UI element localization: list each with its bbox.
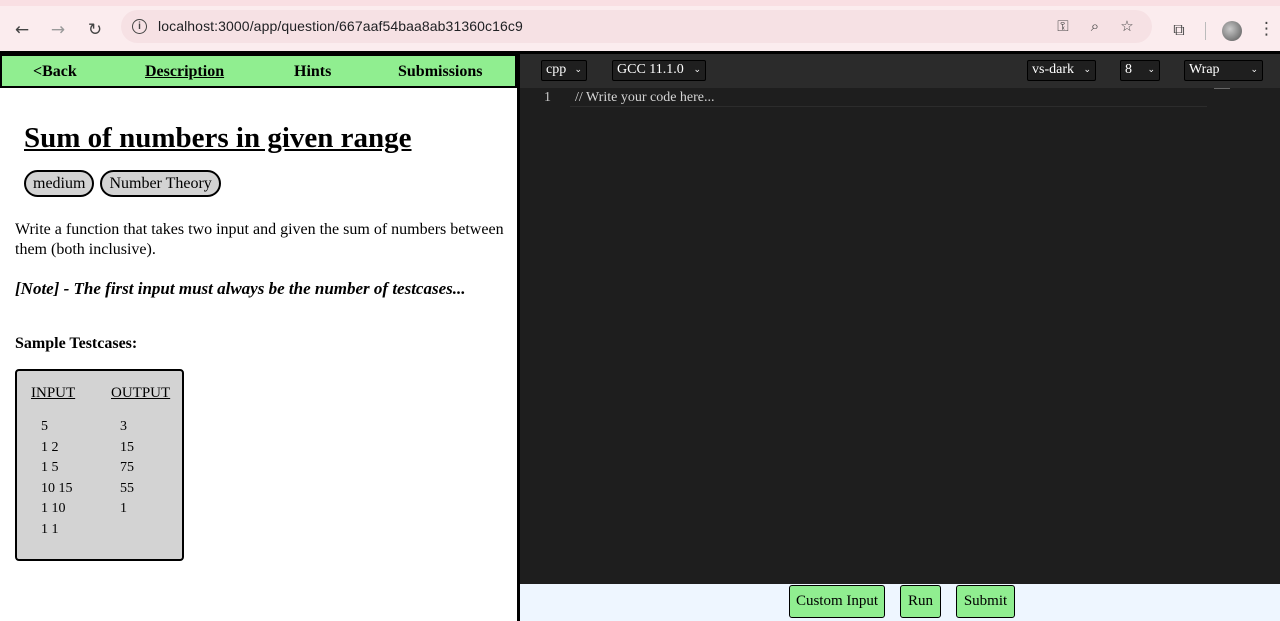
reload-icon[interactable]: ↻ (83, 18, 107, 42)
theme-select[interactable]: vs-dark ⌄ (1027, 60, 1096, 81)
url-text[interactable]: localhost:3000/app/question/667aaf54baa8… (158, 18, 523, 34)
input-value: 1 5 (41, 460, 59, 475)
output-value: 15 (120, 439, 134, 455)
editor-toolbar: cpp ⌄ GCC 11.1.0 ⌄ vs-dark ⌄ 8 ⌄ Wrap ⌄ (520, 54, 1280, 88)
chevron-down-icon: ⌄ (1250, 65, 1258, 75)
forward-arrow-icon[interactable]: → (46, 18, 70, 42)
input-column: 5 1 2 1 5 10 15 1 10 1 1 (41, 417, 73, 540)
chevron-down-icon: ⌄ (1083, 65, 1091, 75)
sample-testcases-heading: Sample Testcases: (15, 335, 138, 352)
wrap-select[interactable]: Wrap ⌄ (1184, 60, 1263, 81)
question-title: Sum of numbers in given range (24, 122, 412, 154)
input-value: 10 15 (41, 480, 73, 496)
editor-actions: Custom Input Run Submit (520, 584, 1280, 621)
input-value: 1 2 (41, 439, 59, 455)
output-value: 3 (120, 419, 127, 434)
output-column: 3 15 75 55 1 (120, 417, 134, 520)
wrap-value: Wrap (1189, 62, 1220, 77)
sample-testcases-box: INPUT OUTPUT 5 1 2 1 5 10 15 1 10 1 1 3 … (15, 369, 184, 561)
chevron-down-icon: ⌄ (574, 65, 582, 75)
profile-avatar[interactable] (1222, 21, 1242, 41)
input-value: 1 1 (41, 521, 59, 537)
browser-menu-icon[interactable]: ⋮ (1258, 19, 1275, 39)
font-size-select[interactable]: 8 ⌄ (1120, 60, 1160, 81)
code-editor-text[interactable]: // Write your code here... (575, 90, 715, 106)
theme-value: vs-dark (1032, 62, 1074, 77)
output-value: 1 (120, 501, 127, 516)
submit-button[interactable]: Submit (956, 585, 1015, 618)
question-note: [Note] - The first input must always be … (15, 279, 466, 298)
extensions-icon[interactable]: ⧉ (1168, 19, 1190, 41)
toolbar-divider (1205, 22, 1206, 40)
difficulty-badge: medium (24, 170, 95, 197)
input-value: 5 (41, 419, 48, 434)
browser-toolbar: ← → ↻ i localhost:3000/app/question/667a… (0, 0, 1280, 51)
back-arrow-icon[interactable]: ← (10, 18, 34, 42)
output-header: OUTPUT (111, 385, 171, 401)
output-value: 75 (120, 460, 134, 475)
compiler-value: GCC 11.1.0 (617, 62, 684, 77)
site-info-icon[interactable]: i (132, 19, 147, 34)
output-value: 55 (120, 480, 134, 496)
line-number: 1 (544, 90, 551, 105)
compiler-select[interactable]: GCC 11.1.0 ⌄ (612, 60, 706, 81)
input-value: 1 10 (41, 501, 66, 516)
custom-input-button[interactable]: Custom Input (789, 585, 885, 618)
input-header: INPUT (31, 385, 76, 401)
question-panel: <Back Description Hints Submissions Sum … (0, 54, 517, 621)
run-button[interactable]: Run (900, 585, 941, 618)
chevron-down-icon: ⌄ (1147, 65, 1155, 75)
tab-back[interactable]: <Back (33, 63, 77, 81)
chevron-down-icon: ⌄ (693, 65, 701, 75)
question-tabs: <Back Description Hints Submissions (0, 54, 517, 88)
code-editor-panel: cpp ⌄ GCC 11.1.0 ⌄ vs-dark ⌄ 8 ⌄ Wrap ⌄ … (520, 54, 1280, 621)
language-value: cpp (546, 62, 567, 77)
tab-submissions[interactable]: Submissions (398, 63, 483, 81)
address-bar[interactable]: i localhost:3000/app/question/667aaf54ba… (121, 10, 1152, 43)
minimap[interactable] (1214, 88, 1230, 89)
topic-badge: Number Theory (100, 170, 221, 197)
question-description: Write a function that takes two input an… (15, 221, 504, 258)
font-size-value: 8 (1125, 62, 1132, 77)
password-key-icon[interactable]: ⚿ (1053, 16, 1073, 36)
language-select[interactable]: cpp ⌄ (541, 60, 587, 81)
tab-hints[interactable]: Hints (294, 63, 331, 81)
zoom-icon[interactable]: ⌕ (1085, 16, 1105, 36)
tag-list: medium Number Theory (24, 170, 221, 197)
tab-description[interactable]: Description (145, 63, 224, 81)
bookmark-star-icon[interactable]: ☆ (1117, 16, 1137, 36)
